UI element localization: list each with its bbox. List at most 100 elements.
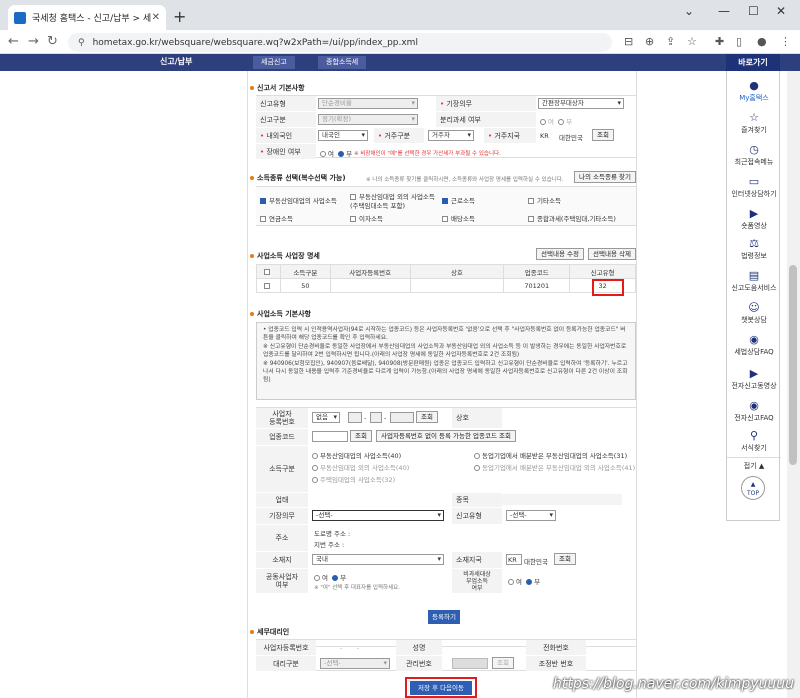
residence-select[interactable]: 거주자	[428, 130, 474, 141]
forward-icon[interactable]: →	[28, 34, 39, 49]
income-opt-dividend[interactable]: 배당소득	[442, 213, 475, 223]
location-country-label: 소재지국	[452, 552, 502, 568]
income-type-partner-rental[interactable]: 동업기업에서 배분받은 부동산임대업의 사업소득(31)	[474, 450, 627, 460]
agent-type-select[interactable]: -선택-	[320, 658, 390, 669]
section-title-income-kind: 소득종류 선택(복수선택 가능)	[250, 173, 346, 183]
biz-no-part2[interactable]	[370, 412, 382, 423]
income-opt-other[interactable]: 기타소득	[528, 195, 561, 205]
minimize-icon[interactable]: —	[718, 4, 730, 18]
browser-tab[interactable]: 국세청 홈택스 - 신고/납부 > 세 ✕	[8, 5, 166, 30]
delete-selected-button[interactable]: 선택내용 삭제	[588, 248, 636, 260]
report-type2-select[interactable]: -선택-	[506, 510, 556, 521]
region-lookup-button[interactable]: 조회	[592, 129, 614, 141]
income-type-partner-business[interactable]: 동업기업에서 배분받은 부동산임대업 외의 사업소득(41)	[474, 462, 635, 472]
mgmt-no-label: 관리번호	[396, 656, 442, 671]
biz-no-select[interactable]: 없음	[312, 412, 340, 423]
close-window-icon[interactable]: ✕	[776, 4, 786, 18]
tab-title: 국세청 홈택스 - 신고/납부 > 세	[32, 14, 152, 24]
industry-code-label: 업종코드	[256, 429, 308, 445]
sidebar-item-favorites[interactable]: ☆ 즐겨찾기	[727, 111, 781, 135]
register-button[interactable]: 등록하기	[428, 610, 460, 624]
income-opt-rental[interactable]: 부동산임대업의 사업소득	[260, 195, 337, 205]
sidebar-item-video[interactable]: ▶ 전자신고동영상	[727, 367, 781, 391]
sidebar-item-law[interactable]: ⚖ 법령정보	[727, 237, 781, 261]
income-type-rental[interactable]: 부동산임대업의 사업소득(40)	[312, 450, 401, 460]
income-opt-interest[interactable]: 이자소득	[350, 213, 383, 223]
sidebar-item-my-hometax[interactable]: ● My홈택스	[727, 79, 781, 103]
cell-biz-no	[329, 278, 411, 293]
foreigner-select[interactable]: 내국인	[318, 130, 368, 141]
reload-icon[interactable]: ↻	[47, 34, 58, 49]
mgmt-lookup-button[interactable]: 조회	[492, 657, 514, 669]
income-opt-business[interactable]: 부동산임대업 외의 사업소득 (주택임대소득 포함)	[350, 193, 435, 211]
zoom-icon[interactable]: ⊕	[645, 35, 654, 48]
income-type-business[interactable]: 부동산임대업 외의 사업소득(40)	[312, 462, 409, 472]
industry-code-input[interactable]	[312, 431, 348, 442]
item-input[interactable]	[502, 494, 622, 505]
extensions-icon[interactable]: ✚	[715, 35, 724, 48]
sidebar-item-shorts[interactable]: ▶ 숏폼영상	[727, 207, 781, 231]
income-opt-labor[interactable]: 근로소득	[442, 195, 475, 205]
tab-search-icon[interactable]: ⌄	[684, 4, 694, 18]
mgmt-no-input[interactable]	[452, 658, 488, 669]
popup-blocked-icon[interactable]: ⊟	[624, 35, 633, 48]
scrollbar-thumb[interactable]	[789, 265, 797, 465]
income-opt-pension[interactable]: 연금소득	[260, 213, 293, 223]
address-bar[interactable]: ⚲ hometax.go.kr/websquare/websquare.wq?w…	[68, 33, 612, 52]
industry-no-reg-button[interactable]: 사업자등록번호 없이 등록 가능한 업종코드 조회	[376, 430, 516, 442]
duty-select[interactable]: 간편장부대상자	[538, 98, 624, 109]
search-icon: ⚲	[749, 429, 759, 442]
biz-no-lookup-button[interactable]: 조회	[416, 411, 438, 423]
table-row[interactable]: 50 701201 32	[256, 278, 636, 293]
joint-radios[interactable]: 여 부	[314, 572, 346, 582]
breadcrumb-tax-report[interactable]: 세금신고	[253, 56, 295, 69]
sidebar-item-chatbot[interactable]: ☺ 챗봇상담	[727, 301, 781, 325]
sidebar-item-consult[interactable]: ▭ 인터넷상담하기	[727, 175, 781, 199]
location-select[interactable]: 국내	[312, 554, 444, 565]
adjust-no-label: 조정반 번호	[526, 656, 586, 671]
agent-type-label: 대리구분	[256, 656, 316, 671]
separate-tax-radios[interactable]: 여 부	[540, 116, 572, 126]
main-form: 신고서 기본사항 신고유형 단순경비율 • 기장의무 간편장부대상자 신고구분 …	[247, 71, 637, 698]
breadcrumb-income-tax[interactable]: 종합소득세	[318, 56, 367, 69]
income-type-housing[interactable]: 주택임대업의 사업소득(32)	[312, 474, 395, 484]
income-opt-combined[interactable]: 종합과세(주택임대,기타소득)	[528, 213, 616, 223]
sidebar-item-tax-faq[interactable]: ◉ 세법상담FAQ	[727, 333, 781, 357]
tax-exempt-radios[interactable]: 여 부	[508, 576, 540, 586]
side-panel-icon[interactable]: ▯	[736, 35, 742, 48]
edit-selected-button[interactable]: 선택내용 수정	[536, 248, 584, 260]
select-all-checkbox[interactable]	[256, 264, 281, 279]
new-tab-icon[interactable]: +	[173, 7, 186, 26]
row-checkbox[interactable]	[256, 278, 281, 293]
profile-icon[interactable]: ●	[757, 35, 767, 48]
location-lookup-button[interactable]: 조회	[554, 553, 576, 565]
biz-no-part3[interactable]	[390, 412, 414, 423]
region-name: 대한민국	[559, 134, 583, 142]
top-button[interactable]: ▲ TOP	[741, 476, 765, 500]
report-type-select[interactable]: 단순경비율	[318, 98, 418, 109]
disabled-radios[interactable]: 여 부	[320, 148, 352, 158]
back-icon[interactable]: ←	[8, 34, 19, 49]
quick-link-header: 바로가기	[726, 54, 780, 71]
sidebar-item-recent[interactable]: ◷ 최근접속메뉴	[727, 143, 781, 167]
duty2-select[interactable]: -선택-	[312, 510, 444, 521]
find-income-kind-button[interactable]: 나의 소득종류 찾기	[574, 171, 636, 183]
tab-close-icon[interactable]: ✕	[152, 12, 160, 23]
filing-kind-label: 신고구분	[256, 112, 316, 127]
sidebar-item-report-help[interactable]: ▤ 신고도움서비스	[727, 269, 781, 293]
sidebar-fold-button[interactable]: 접기 ▲	[727, 457, 781, 471]
sidebar-item-efaq[interactable]: ◉ 전자신고FAQ	[727, 399, 781, 423]
share-icon[interactable]: ⇪	[666, 35, 675, 48]
industry-lookup-button[interactable]: 조회	[350, 430, 372, 442]
bookmark-icon[interactable]: ☆	[687, 35, 697, 48]
menu-icon[interactable]: ⋮	[780, 35, 791, 48]
site-info-icon[interactable]: ⚲	[78, 38, 85, 48]
sidebar-item-form-search[interactable]: ⚲ 서식찾기	[727, 429, 781, 453]
filing-kind-select[interactable]: 정기(확정)	[318, 114, 418, 125]
lot-address: 지번 주소 :	[314, 541, 345, 549]
biz-no-part1[interactable]	[348, 412, 362, 423]
menu-title[interactable]: 신고/납부	[160, 56, 192, 67]
blog-watermark: https://blog.naver.com/kimpyuuuu	[553, 676, 795, 692]
cell-industry-code: 701201	[503, 278, 571, 293]
maximize-icon[interactable]: ☐	[748, 4, 759, 18]
